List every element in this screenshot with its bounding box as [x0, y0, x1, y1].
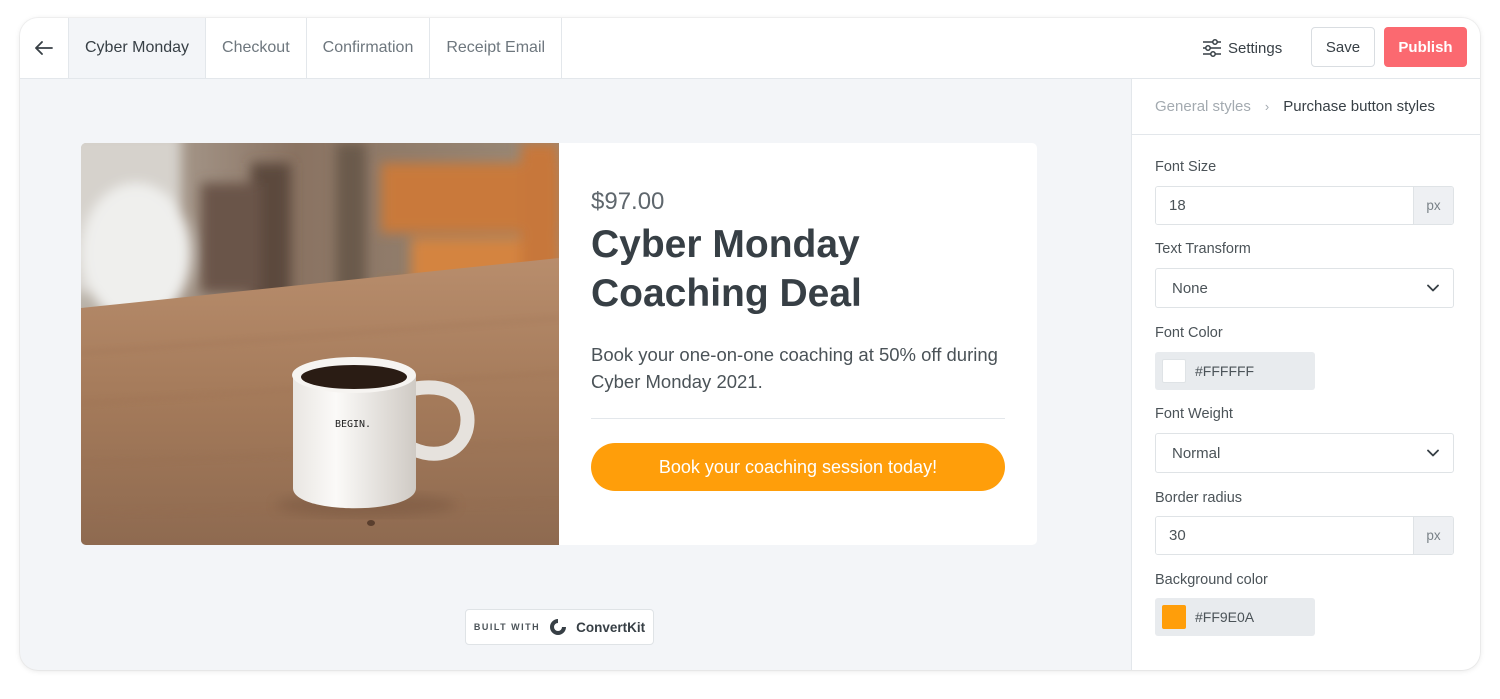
border-radius-label: Border radius — [1155, 490, 1243, 506]
sliders-icon — [1203, 39, 1221, 57]
chevron-down-icon — [1427, 449, 1439, 457]
font-weight-value: Normal — [1172, 444, 1221, 462]
font-weight-select[interactable]: Normal — [1155, 433, 1454, 473]
font-size-unit: px — [1413, 187, 1453, 224]
border-radius-input[interactable] — [1156, 517, 1413, 554]
divider — [591, 418, 1005, 419]
chevron-right-icon: › — [1264, 99, 1270, 114]
font-color-label: Font Color — [1155, 325, 1223, 341]
tab-confirmation[interactable]: Confirmation — [307, 18, 431, 78]
font-color-value: #FFFFFF — [1195, 363, 1255, 379]
editor-window: Cyber Monday Checkout Confirmation Recei… — [20, 18, 1480, 670]
font-size-label: Font Size — [1155, 159, 1217, 175]
convertkit-brand: ConvertKit — [576, 619, 646, 635]
background-color-label: Background color — [1155, 572, 1268, 588]
background-color-picker[interactable]: #FF9E0A — [1155, 598, 1315, 636]
product-description: Book your one-on-one coaching at 50% off… — [591, 344, 998, 392]
font-size-field: px — [1155, 186, 1454, 225]
breadcrumb-current: Purchase button styles — [1283, 98, 1435, 115]
background-color-swatch — [1162, 605, 1186, 629]
text-transform-value: None — [1172, 279, 1208, 297]
settings-button[interactable]: Settings — [1202, 35, 1282, 61]
page-tabs: Cyber Monday Checkout Confirmation Recei… — [68, 18, 563, 78]
breadcrumb-general-styles[interactable]: General styles — [1155, 98, 1251, 115]
text-transform-label: Text Transform — [1155, 241, 1251, 257]
background-color-value: #FF9E0A — [1195, 609, 1255, 625]
back-button[interactable] — [20, 18, 68, 78]
product-price: $97.00 — [591, 188, 665, 215]
text-transform-select[interactable]: None — [1155, 268, 1454, 308]
arrow-left-icon — [35, 41, 53, 55]
publish-button[interactable]: Publish — [1384, 27, 1467, 67]
settings-label: Settings — [1228, 39, 1283, 57]
font-color-picker[interactable]: #FFFFFF — [1155, 352, 1315, 390]
border-radius-field: px — [1155, 516, 1454, 555]
breadcrumb: General styles › Purchase button styles — [1132, 79, 1480, 135]
chevron-down-icon — [1427, 284, 1439, 292]
convertkit-logo-icon — [550, 619, 567, 635]
product-card: BEGIN. $97.00 Cyber Monday Coaching Deal… — [81, 143, 1037, 545]
tab-cyber-monday[interactable]: Cyber Monday — [68, 18, 207, 78]
tab-receipt-email[interactable]: Receipt Email — [430, 18, 563, 78]
font-weight-label: Font Weight — [1155, 406, 1233, 422]
built-with-badge[interactable]: BUILT WITH ConvertKit — [465, 609, 654, 645]
font-size-input[interactable] — [1156, 187, 1413, 224]
tab-checkout[interactable]: Checkout — [206, 18, 307, 78]
product-image: BEGIN. — [81, 143, 559, 545]
save-button[interactable]: Save — [1311, 27, 1375, 67]
built-with-label: BUILT WITH — [473, 622, 541, 632]
purchase-button[interactable]: Book your coaching session today! — [591, 443, 1005, 491]
mug-text: BEGIN. — [335, 419, 371, 430]
style-panel: General styles › Purchase button styles … — [1131, 79, 1480, 670]
border-radius-unit: px — [1413, 517, 1453, 554]
top-bar: Cyber Monday Checkout Confirmation Recei… — [20, 18, 1480, 79]
product-title: Cyber Monday Coaching Deal — [591, 223, 862, 315]
font-color-swatch — [1162, 359, 1186, 383]
